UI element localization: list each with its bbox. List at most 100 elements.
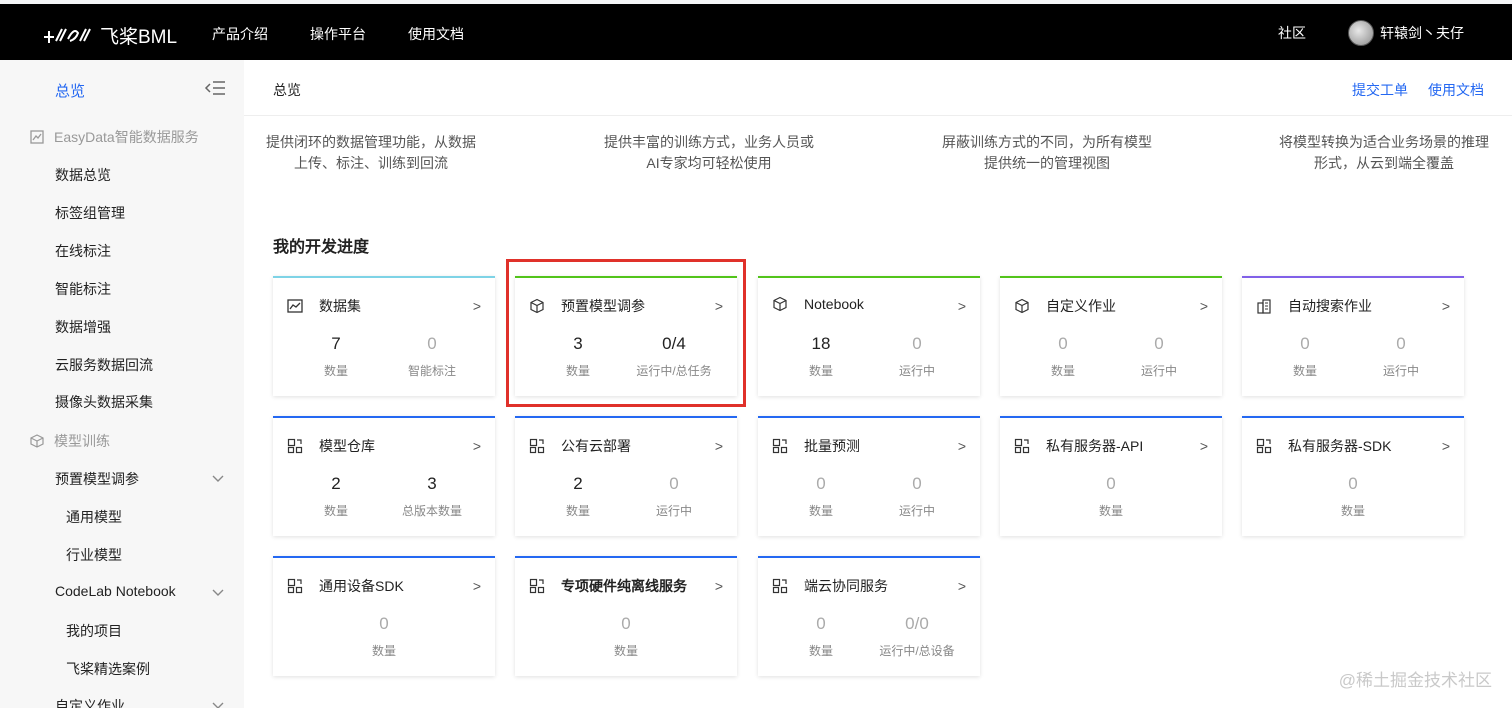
card-13[interactable]: 端云协同服务 >0 数量 0/0 运行中/总设备 [758, 556, 980, 676]
card-title: 模型仓库 [287, 436, 375, 456]
stat-value: 0/0 [905, 614, 929, 633]
sidebar-item-overview[interactable]: 总览 [55, 80, 85, 101]
card-title-text: 数据集 [319, 298, 361, 314]
collapse-menu-icon[interactable] [204, 80, 226, 96]
chevron-right-icon[interactable]: > [1200, 298, 1208, 314]
sidebar-group-label: 模型训练 [54, 433, 110, 449]
card-stat: 0 数量 [771, 474, 871, 519]
submit-ticket-link[interactable]: 提交工单 [1352, 80, 1408, 100]
stat-value: 0 [427, 334, 437, 353]
sidebar-item-preset-tuning[interactable]: 预置模型调参 [55, 469, 139, 489]
stat-value: 0 [669, 474, 679, 493]
chevron-right-icon[interactable]: > [715, 438, 723, 454]
card-title-text: 自动搜索作业 [1288, 298, 1372, 314]
card-12[interactable]: 专项硬件纯离线服务 >0 数量 [515, 556, 737, 676]
stat-value: 2 [573, 474, 583, 493]
sidebar-item-custom-jobs[interactable]: 自定义作业 [55, 696, 125, 708]
stat-value: 0 [816, 614, 826, 633]
stat-value: 0 [1300, 334, 1310, 353]
chevron-right-icon[interactable]: > [1442, 298, 1450, 314]
card-title: 端云协同服务 [772, 576, 888, 596]
sidebar-item-industry-model[interactable]: 行业模型 [66, 545, 122, 565]
chevron-right-icon[interactable]: > [473, 438, 481, 454]
cube-icon [30, 434, 44, 448]
chevron-right-icon[interactable]: > [1200, 438, 1208, 454]
stat-label: 数量 [1340, 504, 1365, 518]
sidebar-group-easydata[interactable]: EasyData智能数据服务 [30, 127, 199, 147]
sidebar-item-data-augment[interactable]: 数据增强 [55, 317, 111, 337]
chevron-right-icon[interactable]: > [958, 578, 966, 594]
card-11[interactable]: 通用设备SDK >0 数量 [273, 556, 495, 676]
stat-value: 0 [912, 334, 922, 353]
card-title: 自定义作业 [1014, 296, 1116, 316]
deploy-icon [1256, 438, 1280, 454]
logo-text: 飞桨BML [100, 27, 178, 48]
chevron-right-icon[interactable]: > [473, 298, 481, 314]
card-1[interactable]: 数据集 >7 数量 0 智能标注 [273, 276, 495, 396]
top-right-area: 社区 轩辕剑丶夫仔 [1278, 20, 1464, 46]
card-title: Notebook [772, 296, 864, 312]
card-10[interactable]: 私有服务器-SDK >0 数量 [1242, 416, 1464, 536]
stat-label: 数量 [808, 364, 833, 378]
card-title-text: 模型仓库 [319, 438, 375, 454]
sidebar-item-featured-cases[interactable]: 飞桨精选案例 [66, 659, 150, 679]
stat-label: 数量 [808, 504, 833, 518]
chevron-right-icon[interactable]: > [958, 438, 966, 454]
highlight-box [506, 259, 746, 407]
nav-community[interactable]: 社区 [1278, 23, 1306, 43]
building-icon [1256, 298, 1280, 314]
sidebar-item-smart-annotation[interactable]: 智能标注 [55, 279, 111, 299]
stat-value: 0 [379, 614, 389, 633]
card-7[interactable]: 公有云部署 >2 数量 0 运行中 [515, 416, 737, 536]
sidebar-item-general-model[interactable]: 通用模型 [66, 507, 122, 527]
chevron-right-icon[interactable]: > [715, 578, 723, 594]
sidebar-item-cloud-backflow[interactable]: 云服务数据回流 [55, 355, 153, 375]
card-4[interactable]: 自定义作业 >0 数量 0 运行中 [1000, 276, 1222, 396]
sidebar-item-data-overview[interactable]: 数据总览 [55, 165, 111, 185]
sidebar-item-my-projects[interactable]: 我的项目 [66, 621, 122, 641]
stat-value: 0 [621, 614, 631, 633]
nav-platform[interactable]: 操作平台 [310, 24, 366, 44]
chevron-right-icon[interactable]: > [473, 578, 481, 594]
sidebar-item-online-annotation[interactable]: 在线标注 [55, 241, 111, 261]
docs-link[interactable]: 使用文档 [1428, 80, 1484, 100]
card-title: 自动搜索作业 [1256, 296, 1372, 316]
card-8[interactable]: 批量预测 >0 数量 0 运行中 [758, 416, 980, 536]
stat-label: 总版本数量 [401, 504, 462, 518]
stat-label: 数量 [1050, 364, 1075, 378]
cube-icon [1014, 298, 1038, 314]
stat-value: 2 [331, 474, 341, 493]
stat-label: 运行中 [1382, 364, 1419, 378]
top-nav: 产品介绍 操作平台 使用文档 [212, 24, 464, 44]
card-stat: 0 数量 [576, 614, 676, 659]
card-3[interactable]: Notebook >18 数量 0 运行中 [758, 276, 980, 396]
paddle-logo-icon [44, 28, 91, 43]
card-5[interactable]: 自动搜索作业 >0 数量 0 运行中 [1242, 276, 1464, 396]
logo[interactable]: 飞桨BML [40, 22, 177, 49]
chevron-down-icon[interactable] [212, 589, 224, 597]
chevron-down-icon[interactable] [212, 702, 224, 708]
card-title-text: 自定义作业 [1046, 298, 1116, 314]
card-stat: 18 数量 [771, 334, 871, 379]
sidebar-item-label-groups[interactable]: 标签组管理 [55, 203, 125, 223]
card-title-text: Notebook [804, 296, 864, 312]
sidebar-item-camera-collect[interactable]: 摄像头数据采集 [55, 392, 153, 412]
stat-label: 数量 [613, 644, 638, 658]
breadcrumb-bar: 总览 提交工单 使用文档 [244, 60, 1512, 116]
avatar[interactable] [1348, 20, 1374, 46]
card-9[interactable]: 私有服务器-API >0 数量 [1000, 416, 1222, 536]
sidebar-group-training[interactable]: 模型训练 [30, 431, 110, 451]
card-stat: 0 运行中 [1109, 334, 1209, 379]
username[interactable]: 轩辕剑丶夫仔 [1380, 23, 1464, 43]
sidebar-item-codelab[interactable]: CodeLab Notebook [55, 583, 176, 599]
chevron-down-icon[interactable] [212, 475, 224, 483]
nav-docs[interactable]: 使用文档 [408, 24, 464, 44]
card-stat: 0 运行中 [624, 474, 724, 519]
top-navbar: 飞桨BML 产品介绍 操作平台 使用文档 社区 轩辕剑丶夫仔 [0, 4, 1512, 60]
chevron-right-icon[interactable]: > [958, 298, 966, 314]
chevron-right-icon[interactable]: > [1442, 438, 1450, 454]
card-stat: 0 数量 [771, 614, 871, 659]
card-6[interactable]: 模型仓库 >2 数量 3 总版本数量 [273, 416, 495, 536]
card-stat: 0/0 运行中/总设备 [867, 614, 967, 659]
nav-product-intro[interactable]: 产品介绍 [212, 24, 268, 44]
